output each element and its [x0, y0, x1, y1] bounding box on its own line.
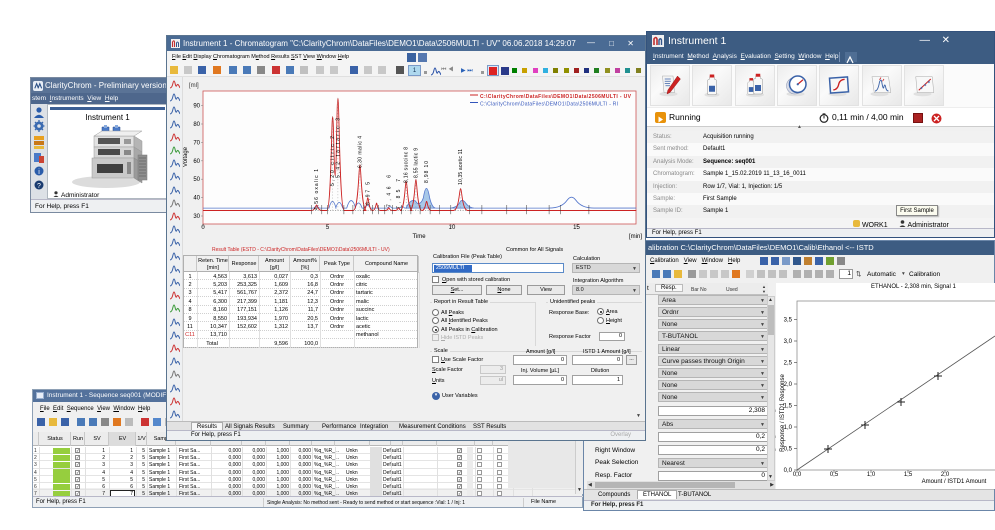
- svg-text:15: 15: [573, 225, 580, 231]
- svg-text:5: 5: [326, 225, 330, 231]
- svg-text:Voltage: Voltage: [183, 146, 189, 167]
- svg-text:?: ?: [37, 183, 41, 190]
- svg-text:8,98 10: 8,98 10: [424, 161, 430, 183]
- svg-text:3,0: 3,0: [784, 339, 793, 345]
- svg-text:C:\ClarityChrom\DataFiles\DEMO: C:\ClarityChrom\DataFiles\DEMO1\Data\250…: [480, 94, 632, 100]
- svg-text:70: 70: [193, 140, 200, 146]
- svg-text:90: 90: [193, 104, 200, 110]
- svg-text:8,16 succinc 8: 8,16 succinc 8: [404, 147, 410, 183]
- svg-text:Response / ISTD1 Response: Response / ISTD1 Response: [780, 373, 786, 451]
- svg-text:30: 30: [193, 214, 200, 220]
- svg-text:C:\ClarityChrom\DataFiles\DEMO: C:\ClarityChrom\DataFiles\DEMO1\Data\250…: [480, 102, 618, 108]
- svg-text:0,0: 0,0: [784, 468, 793, 474]
- svg-text:60: 60: [193, 159, 200, 165]
- svg-text:1,0: 1,0: [867, 472, 876, 478]
- svg-text:4,56 oxalic 1: 4,56 oxalic 1: [314, 169, 320, 210]
- svg-text:8,55 lactic 9: 8,55 lactic 9: [413, 148, 419, 178]
- svg-text:10: 10: [449, 225, 456, 231]
- svg-text:[min]: [min]: [629, 234, 642, 240]
- svg-text:10,35 acetic 11: 10,35 acetic 11: [458, 149, 464, 185]
- svg-text:[ml]: [ml]: [189, 83, 199, 89]
- svg-text:2,5: 2,5: [784, 361, 793, 367]
- svg-text:Time: Time: [412, 234, 426, 240]
- svg-text:1,5: 1,5: [904, 472, 913, 478]
- svg-text:50: 50: [193, 177, 200, 183]
- svg-text:3,5: 3,5: [784, 318, 793, 324]
- svg-text:40: 40: [193, 196, 200, 202]
- svg-text:Amount / ISTD1 Amount: Amount / ISTD1 Amount: [922, 479, 987, 485]
- svg-text:0,0: 0,0: [793, 472, 802, 478]
- svg-text:0,5: 0,5: [830, 472, 839, 478]
- svg-text:2,0: 2,0: [941, 472, 950, 478]
- svg-text:5,42 tartaric 3: 5,42 tartaric 3: [335, 118, 341, 178]
- svg-text:80: 80: [193, 122, 200, 128]
- svg-text:0: 0: [201, 225, 205, 231]
- svg-text:6,30 malic 4: 6,30 malic 4: [357, 136, 363, 168]
